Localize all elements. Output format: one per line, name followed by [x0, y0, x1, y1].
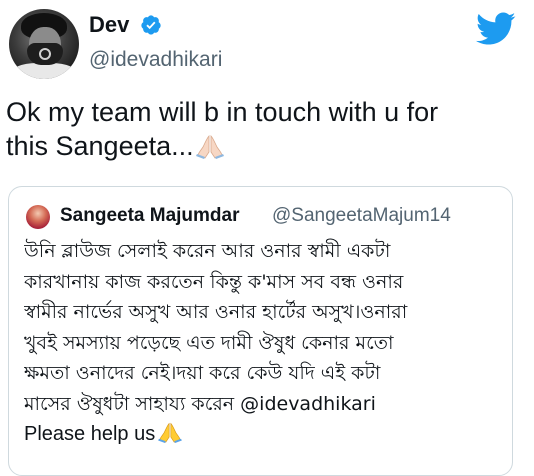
quoted-text-line: উনি ব্লাউজ সেলাই করেন আর ওনার স্বামী একট…	[24, 240, 391, 262]
quoted-text-line: স্বামীর নার্ভের অসুখ আর ওনার হার্টের অসু…	[24, 301, 408, 323]
quoted-author-display-name[interactable]: Sangeeta Majumdar	[60, 204, 240, 228]
verified-badge-icon	[141, 15, 161, 35]
author-avatar[interactable]	[9, 9, 79, 79]
tweet-text-line: this Sangeeta...	[6, 131, 194, 161]
quoted-tweet-body: উনি ব্লাউজ সেলাই করেন আর ওনার স্বামী একট…	[24, 236, 504, 450]
quoted-text-line: Please help us	[24, 423, 156, 445]
quoted-text-line: খুবই সমস্যায় পড়েছে এত দামী ঔষুধ কেনার …	[24, 331, 394, 354]
quoted-text-line: কারখানায় কাজ করতেন কিন্তু ক'মাস সব বন্ধ…	[24, 270, 404, 293]
folded-hands-emoji	[158, 422, 183, 443]
tweet-body: Ok my team will b in touch with u for th…	[6, 95, 506, 163]
tweet-text-line: Ok my team will b in touch with u for	[6, 97, 439, 127]
quoted-text-line: মাসের ঔষুধটা সাহায্য করেন @idevadhikari	[24, 392, 376, 415]
quoted-author-avatar[interactable]	[26, 205, 50, 229]
author-display-name[interactable]: Dev	[89, 12, 129, 38]
tweet-card: Dev @idevadhikari Ok my team will b in t…	[0, 0, 534, 476]
quoted-text-line: ক্ষমতা ওনাদের নেই।দয়া করে কেউ যদি এই কট…	[24, 362, 381, 384]
author-handle[interactable]: @idevadhikari	[89, 47, 222, 73]
quoted-author-handle[interactable]: @SangeetaMajum14	[272, 204, 451, 228]
folded-hands-emoji	[195, 135, 224, 159]
twitter-bird-icon	[476, 12, 516, 45]
